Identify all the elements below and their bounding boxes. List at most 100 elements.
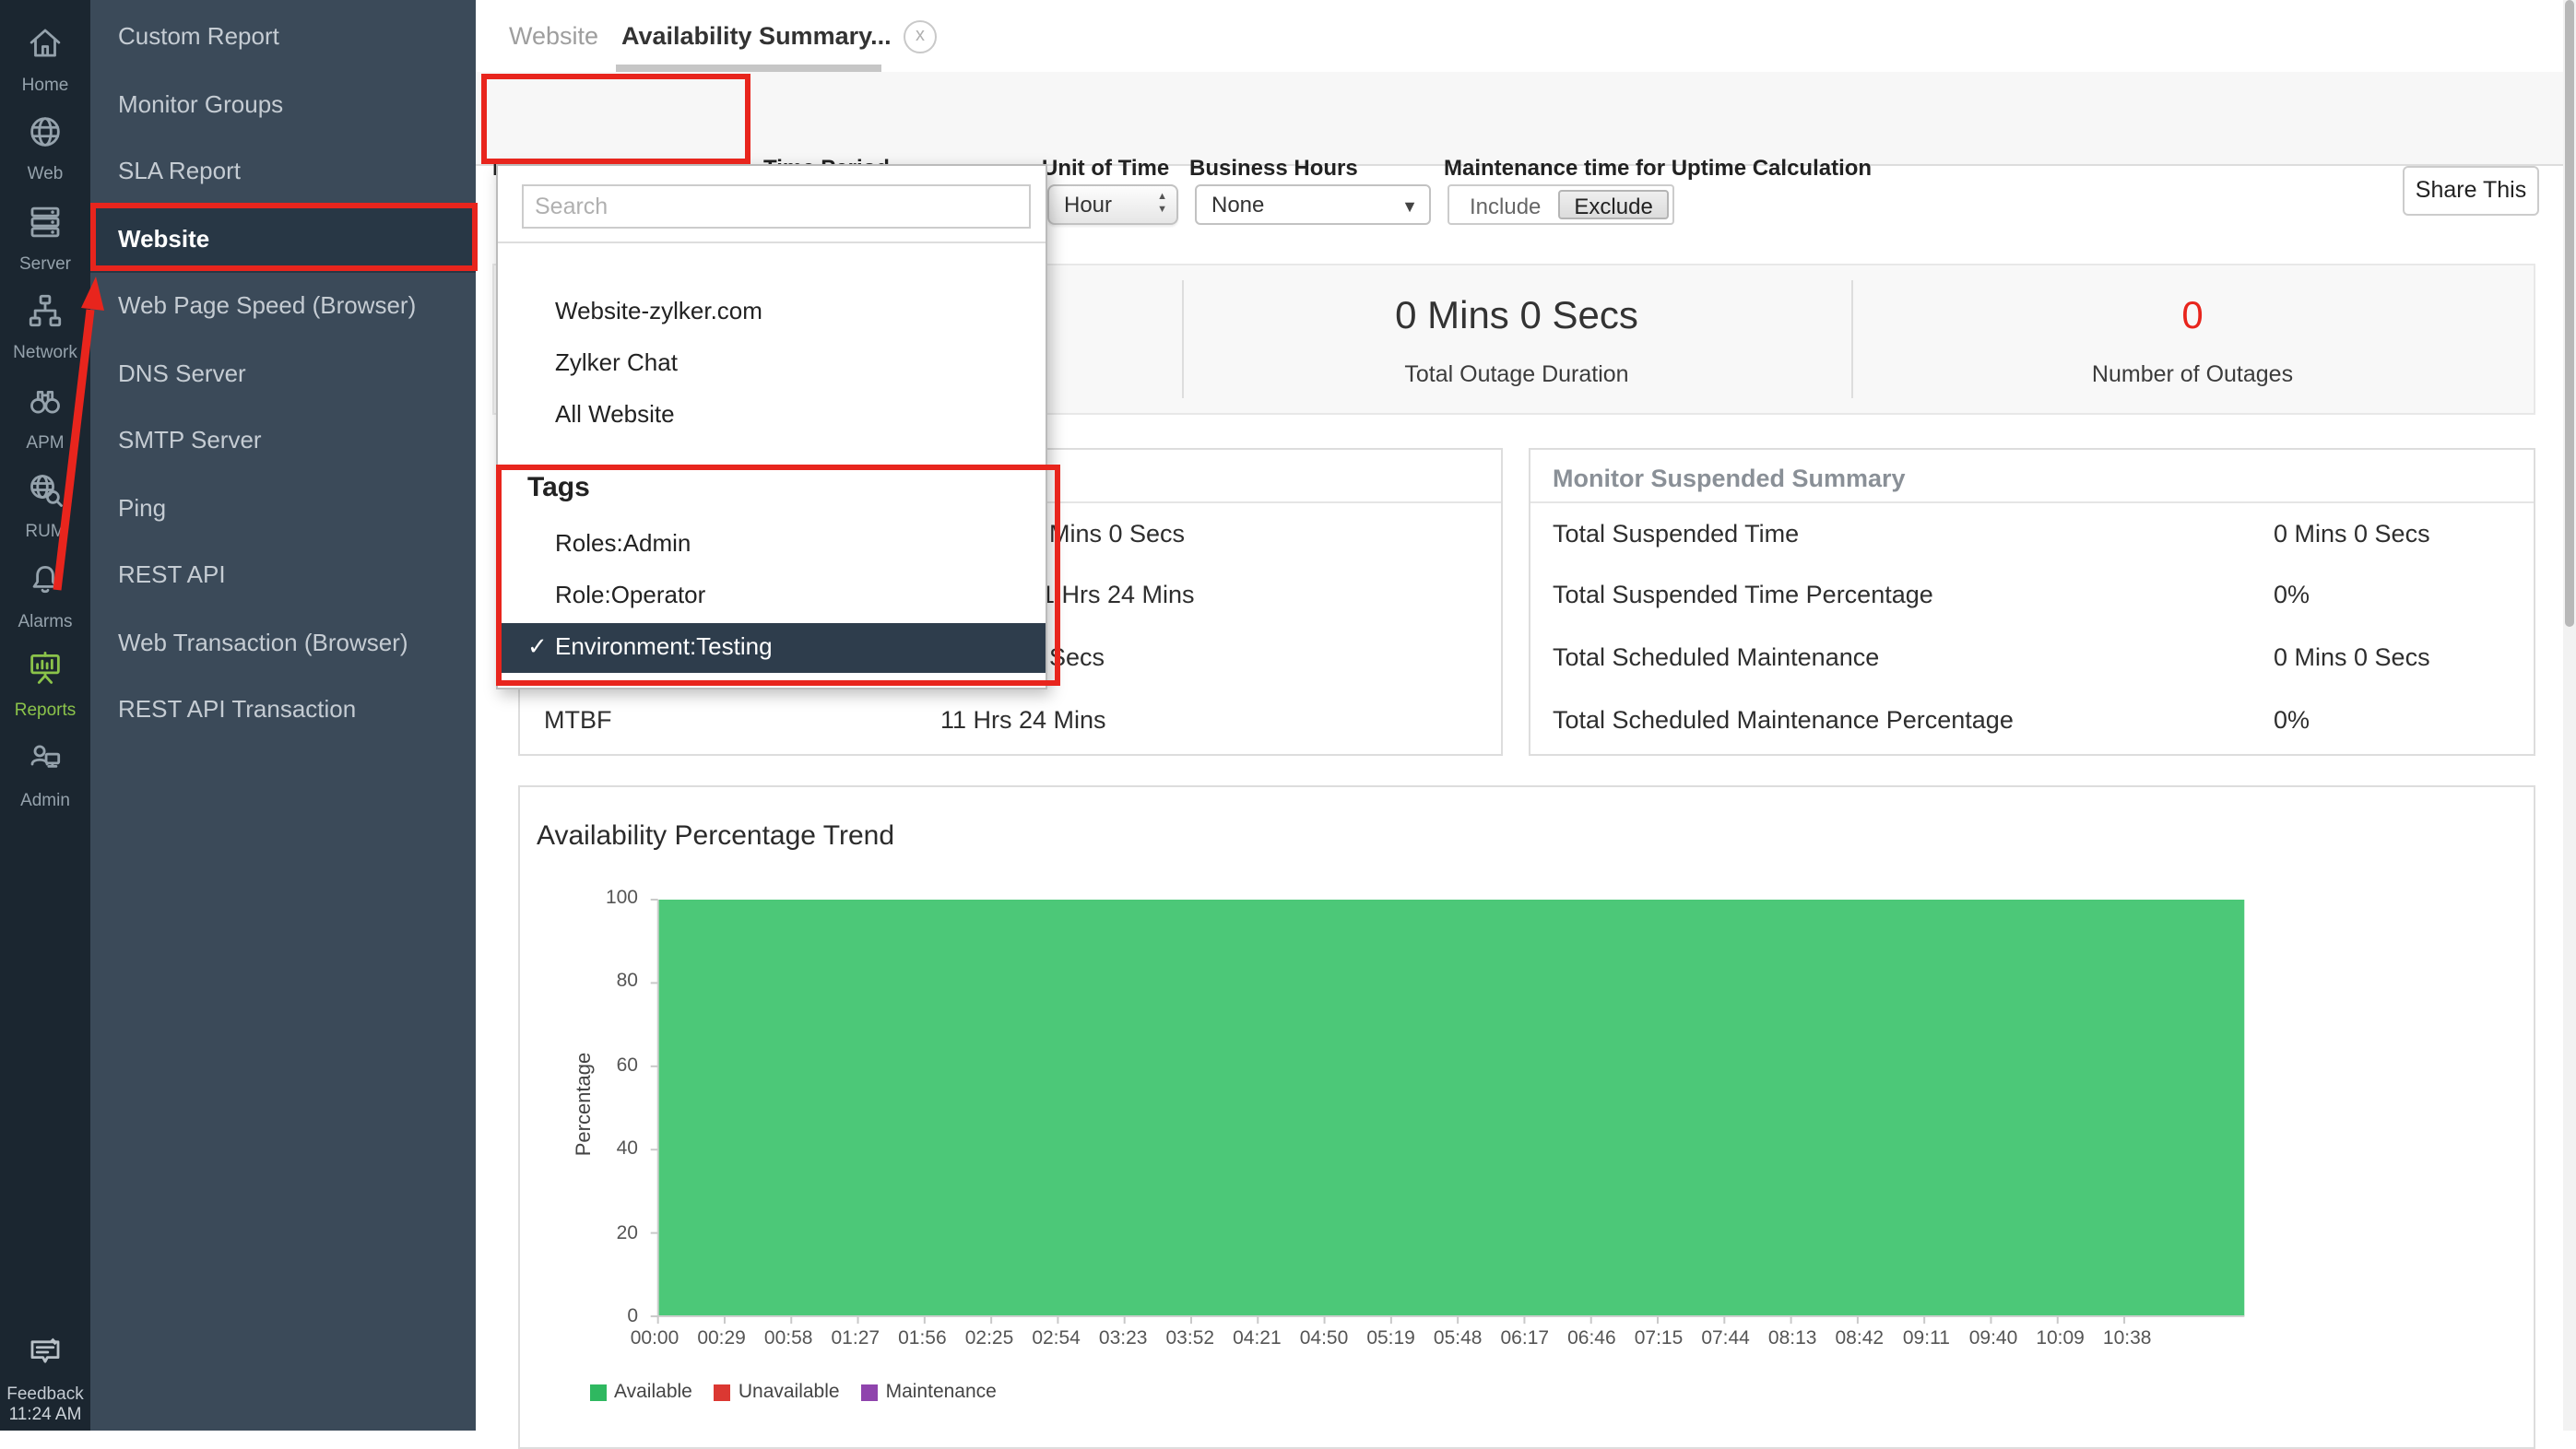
rail-item-server[interactable]: Server (0, 194, 90, 283)
sidebar-item-rest-api-transaction[interactable]: REST API Transaction (90, 677, 476, 744)
close-tab-icon[interactable]: x (904, 20, 937, 53)
feedback-button[interactable]: Feedback (0, 1333, 90, 1405)
rail-item-apm[interactable]: APM (0, 372, 90, 462)
rail-item-home[interactable]: Home (0, 15, 90, 104)
x-tick-label: 09:11 (1893, 1327, 1959, 1349)
number-of-outages-label: Number of Outages (1851, 361, 2534, 387)
x-tick-label: 05:19 (1358, 1327, 1424, 1349)
exclude-toggle-option[interactable]: Exclude (1557, 190, 1669, 219)
active-tab-underline (616, 65, 881, 72)
tags-section-header: Tags (527, 472, 590, 503)
app-window: Home Web ServerNetworkAPM RUM Alarms Reports A… (0, 0, 2576, 1431)
feedback-icon (26, 1333, 65, 1381)
legend-swatch-maintenance (862, 1384, 879, 1400)
x-tick-label: 01:56 (889, 1327, 955, 1349)
x-tick-label: 02:54 (1023, 1327, 1090, 1349)
x-tick-label: 03:52 (1157, 1327, 1223, 1349)
monitor-suspended-panel: Monitor Suspended Summary Total Suspende… (1529, 448, 2535, 756)
share-this-button[interactable]: Share This (2403, 166, 2539, 216)
availability-area-chart (645, 898, 2250, 1327)
y-tick-label: 100 (586, 887, 638, 909)
legend-swatch-unavailable (715, 1384, 731, 1400)
sidebar-item-sla-report[interactable]: SLA Report (90, 138, 476, 206)
unit-of-time-select[interactable]: Hour ▲▼ (1047, 184, 1178, 225)
sidebar-item-custom-report[interactable]: Custom Report (90, 4, 476, 71)
y-tick-label: 20 (586, 1221, 638, 1243)
dropdown-monitor-item[interactable]: All Website (498, 391, 1046, 439)
y-tick-label: 0 (586, 1305, 638, 1327)
rail-items: Home Web ServerNetworkAPM RUM Alarms Reports A… (0, 15, 90, 819)
x-tick-label: 00:29 (689, 1327, 755, 1349)
search-input[interactable] (522, 184, 1031, 229)
total-outage-duration-label: Total Outage Duration (1182, 361, 1851, 387)
rail-item-web[interactable]: Web (0, 104, 90, 194)
suspended-row-label: Total Scheduled Maintenance Percentage (1553, 706, 2014, 734)
x-tick-label: 05:48 (1424, 1327, 1491, 1349)
availability-trend-card: Availability Percentage Trend Percentage… (518, 785, 2535, 1449)
reports-sidebar: Custom ReportMonitor GroupsSLA ReportWeb… (90, 0, 476, 1431)
rail-item-admin[interactable]: Admin (0, 730, 90, 819)
business-hours-select[interactable]: None ▼ (1195, 184, 1431, 225)
availability-row-value: Secs (1049, 643, 1105, 671)
x-tick-label: 08:13 (1759, 1327, 1826, 1349)
tab-website[interactable]: Website (509, 0, 598, 72)
rail-item-rum[interactable]: RUM (0, 462, 90, 551)
monitor-suspended-title: Monitor Suspended Summary (1553, 465, 1906, 492)
sidebar-item-rest-api[interactable]: REST API (90, 542, 476, 609)
tab-availability-summary[interactable]: Availability Summary... (621, 0, 892, 72)
dropdown-tag-item[interactable]: Roles:Admin (498, 520, 1046, 568)
monitors-tags-dropdown: Website-zylker.comZylker ChatAll Website… (496, 164, 1047, 689)
dropdown-monitor-item[interactable]: Zylker Chat (498, 339, 1046, 387)
suspended-row-value: 0 Mins 0 Secs (2274, 643, 2430, 671)
scrollbar-thumb[interactable] (2565, 0, 2574, 627)
x-tick-label: 08:42 (1826, 1327, 1893, 1349)
x-tick-label: 07:15 (1625, 1327, 1692, 1349)
vertical-scrollbar[interactable] (2563, 0, 2576, 1431)
legend-swatch-available (590, 1384, 607, 1400)
rail-item-label: Web (28, 165, 64, 185)
number-of-outages-value: 0 (1851, 295, 2534, 339)
suspended-row-value: 0% (2274, 706, 2310, 734)
dropdown-tag-item[interactable]: ✓Environment:Testing (498, 623, 1046, 673)
sidebar-item-smtp-server[interactable]: SMTP Server (90, 407, 476, 475)
rail-item-network[interactable]: Network (0, 283, 90, 372)
legend-label: Maintenance (886, 1381, 997, 1403)
sidebar-item-web-transaction-browser-[interactable]: Web Transaction (Browser) (90, 609, 476, 677)
x-tick-label: 00:00 (621, 1327, 688, 1349)
y-tick-label: 60 (586, 1054, 638, 1077)
sidebar-item-ping[interactable]: Ping (90, 475, 476, 542)
x-tick-label: 10:38 (2094, 1327, 2160, 1349)
x-tick-label: 10:09 (2027, 1327, 2094, 1349)
check-icon: ✓ (527, 623, 555, 671)
server-icon (26, 203, 65, 251)
dropdown-monitor-item[interactable]: Website-zylker.com (498, 288, 1046, 336)
availability-row-value: Mins 0 Secs (1049, 520, 1185, 548)
rail-item-label: RUM (25, 523, 65, 543)
sidebar-item-monitor-groups[interactable]: Monitor Groups (90, 71, 476, 138)
availability-row-label: MTBF (544, 706, 612, 734)
rail-item-alarms[interactable]: Alarms (0, 551, 90, 641)
x-tick-label: 04:21 (1223, 1327, 1290, 1349)
rail-item-reports[interactable]: Reports (0, 641, 90, 730)
suspended-row-value: 0% (2274, 581, 2310, 608)
sidebar-items: Custom ReportMonitor GroupsSLA ReportWeb… (90, 4, 476, 744)
sidebar-item-web-page-speed-browser-[interactable]: Web Page Speed (Browser) (90, 273, 476, 340)
suspended-row-value: 0 Mins 0 Secs (2274, 520, 2430, 548)
tab-bar: Website Availability Summary... x (476, 0, 2576, 74)
suspended-row-label: Total Suspended Time Percentage (1553, 581, 1933, 608)
apm-icon (26, 382, 65, 430)
y-tick-label: 80 (586, 971, 638, 993)
sidebar-item-dns-server[interactable]: DNS Server (90, 340, 476, 407)
stepper-icon: ▲▼ (1157, 192, 1167, 218)
sidebar-item-website[interactable]: Website (90, 206, 476, 273)
dropdown-tag-item[interactable]: Role:Operator (498, 571, 1046, 619)
include-toggle-option[interactable]: Include (1453, 190, 1557, 219)
alarms-icon (26, 560, 65, 608)
web-icon (26, 113, 65, 161)
business-hours-label: Business Hours (1189, 155, 1358, 181)
x-tick-label: 03:23 (1090, 1327, 1156, 1349)
legend-label: Unavailable (739, 1381, 840, 1403)
admin-icon (26, 739, 65, 787)
x-tick-label: 09:40 (1960, 1327, 2027, 1349)
rail-item-label: Reports (15, 701, 77, 722)
